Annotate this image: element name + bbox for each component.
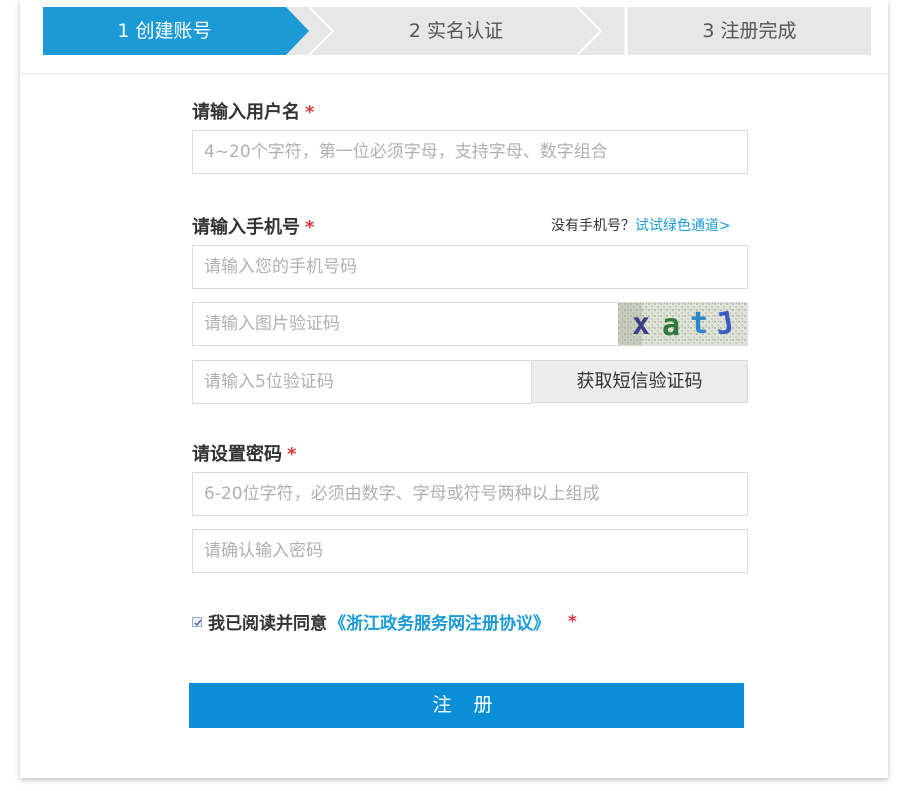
confirm-password-input[interactable] (192, 529, 748, 573)
header-divider (20, 73, 888, 74)
captcha-char-x: x (632, 307, 650, 342)
username-input[interactable] (192, 130, 748, 174)
required-mark: * (568, 611, 577, 632)
register-button[interactable]: 注 册 (189, 683, 744, 728)
no-phone-hint: 没有手机号？试试绿色通道> (551, 215, 731, 235)
phone-label-text: 请输入手机号 (192, 217, 300, 238)
password-input[interactable] (192, 472, 748, 516)
username-label: 请输入用户名 * (192, 98, 314, 124)
required-mark: * (287, 444, 297, 465)
username-label-text: 请输入用户名 (192, 102, 300, 123)
registration-page: 1 创建账号 2 实名认证 3 注册完成 请输入用户名* 请输入手机号* 没有手… (0, 0, 907, 791)
step-real-name-verification: 2 实名认证 (335, 7, 577, 55)
password-label-text: 请设置密码 (192, 444, 282, 465)
password-label: 请设置密码 * (192, 440, 296, 466)
phone-label: 请输入手机号 * (192, 213, 314, 239)
required-mark: * (305, 217, 315, 238)
get-sms-code-button[interactable]: 获取短信验证码 (531, 360, 748, 403)
agreement-text: 我已阅读并同意 (208, 614, 327, 634)
agreement-checkbox[interactable] (192, 616, 202, 627)
step-registration-complete: 3 注册完成 (628, 7, 871, 55)
captcha-char-t: t (690, 306, 708, 341)
captcha-image[interactable]: x a t J (618, 303, 747, 345)
agreement-row: 我已阅读并同意 《浙江政务服务网注册协议》 * (192, 609, 577, 634)
phone-input[interactable] (192, 245, 748, 289)
step-arrow-icon (286, 7, 335, 55)
green-channel-link[interactable]: 试试绿色通道> (635, 218, 731, 234)
step-progress-bar: 1 创建账号 2 实名认证 3 注册完成 (43, 7, 871, 55)
step-create-account: 1 创建账号 (43, 7, 286, 55)
agreement-link[interactable]: 《浙江政务服务网注册协议》 (329, 609, 550, 634)
step-arrow-icon (577, 7, 628, 55)
required-mark: * (305, 102, 315, 123)
no-phone-text: 没有手机号？ (551, 218, 635, 234)
sms-code-input[interactable] (192, 360, 532, 404)
captcha-char-a: a (662, 308, 680, 343)
